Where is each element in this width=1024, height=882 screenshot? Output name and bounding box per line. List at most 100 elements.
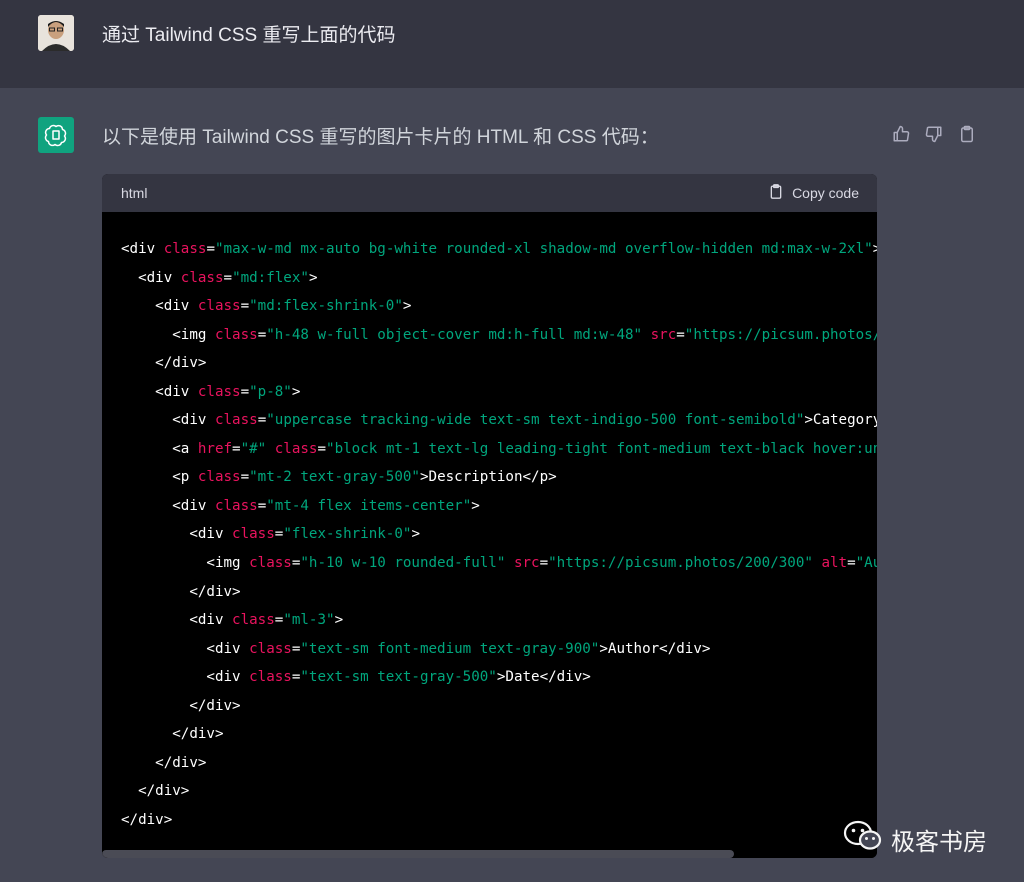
thumbs-down-icon[interactable] [923, 123, 944, 144]
code-token: </div> [121, 697, 241, 714]
code-token: = [240, 469, 250, 486]
code-token: "h-48 w-full object-cover md:h-full md:w… [266, 326, 643, 343]
code-token: class [214, 497, 258, 514]
code-token: <div [121, 412, 215, 429]
code-token: "uppercase tracking-wide text-sm text-in… [266, 412, 805, 429]
code-token: = [257, 412, 267, 429]
code-line: </div> [121, 749, 877, 778]
code-token: <div [121, 383, 198, 400]
code-token: = [240, 298, 250, 315]
code-token: </div> [121, 754, 207, 771]
code-token: <div [121, 526, 233, 543]
code-token: </div> [121, 355, 207, 372]
code-line: </div> [121, 806, 877, 835]
code-line: <img class="h-10 w-10 rounded-full" src=… [121, 549, 877, 578]
code-token: > [471, 497, 480, 514]
code-token: Description [428, 469, 523, 486]
code-token: <div [121, 241, 164, 257]
code-token: "#" [240, 440, 267, 457]
wechat-icon [843, 819, 883, 860]
code-token: "Auth [855, 555, 877, 572]
assistant-message-row: 以下是使用 Tailwind CSS 重写的图片卡片的 HTML 和 CSS 代… [0, 88, 1024, 882]
code-token: "https://picsum.photos/20 [684, 326, 877, 343]
code-token: </div> [121, 811, 173, 828]
code-line: <div class="mt-4 flex items-center"> [121, 492, 877, 521]
code-token: "mt-4 flex items-center" [266, 497, 472, 514]
code-token: "md:flex" [232, 269, 309, 286]
code-language-label: html [121, 185, 148, 201]
thumbs-up-icon[interactable] [890, 123, 911, 144]
code-token: > [411, 526, 420, 543]
code-token: alt [821, 555, 848, 572]
code-token: "flex-shrink-0" [283, 526, 412, 543]
code-block-header: html Copy code [102, 174, 877, 212]
copy-code-label: Copy code [792, 185, 859, 201]
code-line: </div> [121, 692, 877, 721]
code-token: = [232, 440, 241, 457]
code-token: class [197, 469, 241, 486]
user-avatar [38, 15, 74, 51]
code-token: Category [812, 412, 877, 429]
code-line: <div class="ml-3"> [121, 606, 877, 635]
code-token: class [197, 383, 241, 400]
code-token: > [308, 269, 318, 286]
code-line: <div class="md:flex"> [121, 264, 877, 293]
code-line: <img class="h-48 w-full object-cover md:… [121, 321, 877, 350]
code-token: > [804, 412, 813, 429]
code-token: class [274, 440, 318, 457]
code-token: class [197, 298, 241, 315]
code-token: = [223, 269, 233, 286]
code-line: </div> [121, 349, 877, 378]
code-token: <div [121, 612, 233, 629]
code-token: class [214, 326, 258, 343]
code-token: Date [505, 669, 540, 686]
code-token: "ml-3" [283, 612, 335, 629]
code-token: class [163, 241, 207, 257]
user-message-row: 通过 Tailwind CSS 重写上面的代码 [0, 0, 1024, 88]
code-token: </div> [121, 583, 241, 600]
code-line: </div> [121, 720, 877, 749]
copy-code-button[interactable]: Copy code [768, 183, 859, 203]
code-line: <div class="p-8"> [121, 378, 877, 407]
code-token: "p-8" [249, 383, 292, 400]
code-token: class [214, 412, 258, 429]
code-token: "h-10 w-10 rounded-full" [300, 555, 506, 572]
code-token: <div [121, 497, 215, 514]
code-line: <p class="mt-2 text-gray-500">Descriptio… [121, 463, 877, 492]
code-line: <div class="uppercase tracking-wide text… [121, 406, 877, 435]
feedback-actions [890, 123, 977, 144]
code-token: = [847, 555, 856, 572]
code-token: > [599, 640, 608, 657]
user-message-text: 通过 Tailwind CSS 重写上面的代码 [102, 25, 396, 46]
code-line: <div class="md:flex-shrink-0"> [121, 292, 877, 321]
assistant-intro-text: 以下是使用 Tailwind CSS 重写的图片卡片的 HTML 和 CSS 代… [102, 127, 659, 148]
code-line: <div class="text-sm text-gray-500">Date<… [121, 663, 877, 692]
code-token: "block mt-1 text-lg leading-tight font-m… [326, 440, 877, 457]
code-token: </div> [121, 783, 190, 800]
code-token: </div> [121, 726, 224, 743]
code-token: = [317, 440, 327, 457]
code-token: = [257, 326, 267, 343]
code-token: <div [121, 669, 250, 686]
code-token: class [249, 640, 292, 657]
horizontal-scrollbar[interactable] [102, 848, 877, 858]
openai-logo-icon [38, 117, 74, 153]
watermark-text: 极客书房 [891, 829, 987, 856]
code-token: "text-sm text-gray-500" [300, 669, 497, 686]
code-token: class [249, 669, 292, 686]
code-token: <p [121, 469, 198, 486]
code-token: <div [121, 269, 181, 286]
watermark: 极客书房 [843, 819, 987, 860]
clipboard-icon[interactable] [956, 123, 977, 144]
code-token: class [232, 612, 275, 629]
code-token: <a [121, 440, 198, 457]
scrollbar-thumb[interactable] [102, 850, 734, 858]
code-token: = [257, 497, 267, 514]
code-token: <img [121, 555, 250, 572]
code-token: = [240, 383, 250, 400]
code-token: "https://picsum.photos/200/300" [548, 555, 813, 572]
code-token: <div [121, 640, 250, 657]
